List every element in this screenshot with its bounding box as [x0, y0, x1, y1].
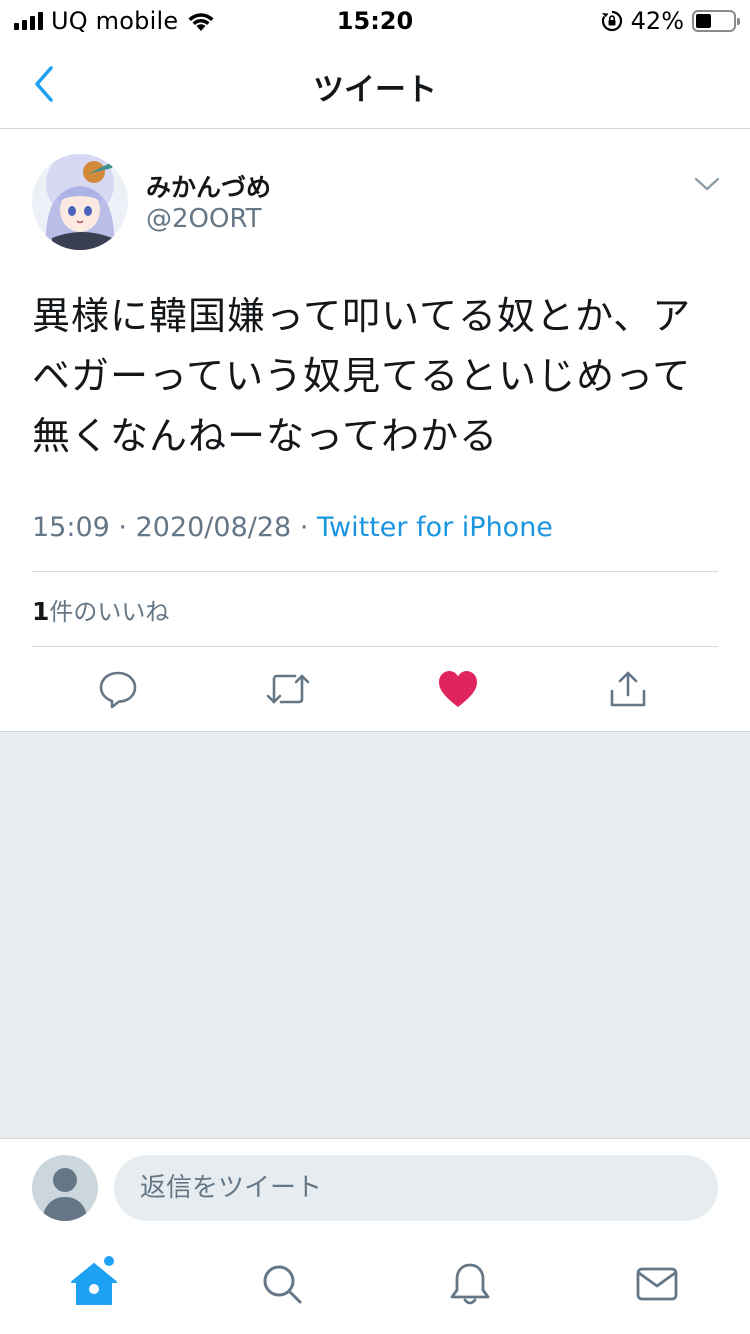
chevron-down-icon [694, 177, 720, 191]
likes-label: 件のいいね [49, 598, 170, 626]
likes-summary[interactable]: 1件のいいね [32, 592, 169, 627]
tab-notifications[interactable] [442, 1256, 498, 1312]
more-options-button[interactable] [690, 170, 724, 198]
notifications-icon [450, 1263, 490, 1305]
search-icon [263, 1265, 302, 1304]
status-bar: UQ mobile 15:20 42% [0, 0, 750, 40]
meta-separator: · [299, 512, 309, 543]
tweet-source-link[interactable]: Twitter for iPhone [317, 512, 553, 543]
divider [32, 646, 718, 647]
user-handle[interactable]: @2OORT [146, 204, 262, 234]
share-icon [610, 671, 646, 707]
reply-bar [0, 1138, 750, 1234]
battery-level [696, 14, 711, 28]
reply-button[interactable] [94, 665, 142, 713]
status-right: 42% [601, 7, 740, 35]
display-name[interactable]: みかんづめ [146, 168, 271, 204]
like-icon [439, 671, 477, 707]
home-icon [71, 1256, 117, 1305]
like-button[interactable] [434, 665, 482, 713]
divider [32, 571, 718, 572]
own-avatar[interactable] [32, 1155, 98, 1221]
share-button[interactable] [604, 665, 652, 713]
notification-dot [104, 1256, 114, 1266]
navigation-bar: ツイート [0, 40, 750, 129]
empty-background [0, 732, 750, 1138]
tweet-time: 15:09 [32, 512, 110, 543]
user-avatar[interactable] [32, 154, 128, 250]
default-avatar-icon [42, 1168, 88, 1221]
retweet-icon [266, 674, 310, 704]
tweet-detail: みかんづめ @2OORT 異様に韓国嫌って叩いてる奴とか、アベガーっていう奴見て… [0, 130, 750, 732]
battery-icon [692, 10, 740, 32]
tab-bar [0, 1234, 750, 1334]
battery-percent: 42% [630, 7, 684, 35]
reply-input[interactable] [114, 1155, 718, 1221]
tweet-text: 異様に韓国嫌って叩いてる奴とか、アベガーっていう奴見てるといじめって無くなんねー… [32, 294, 692, 458]
tweet-meta: 15:09 · 2020/08/28 · Twitter for iPhone [32, 512, 553, 543]
tab-messages[interactable] [629, 1256, 685, 1312]
meta-separator: · [118, 512, 127, 543]
tweet-date: 2020/08/28 [135, 512, 292, 543]
avatar-image [32, 154, 128, 250]
tab-home[interactable] [66, 1256, 122, 1312]
orientation-lock-icon [601, 10, 622, 32]
messages-icon [636, 1267, 678, 1301]
tweet-actions [32, 657, 718, 721]
tab-search[interactable] [254, 1256, 310, 1312]
page-title: ツイート [313, 72, 437, 108]
retweet-button[interactable] [264, 665, 312, 713]
likes-count: 1 [32, 597, 50, 626]
reply-icon [99, 671, 137, 709]
